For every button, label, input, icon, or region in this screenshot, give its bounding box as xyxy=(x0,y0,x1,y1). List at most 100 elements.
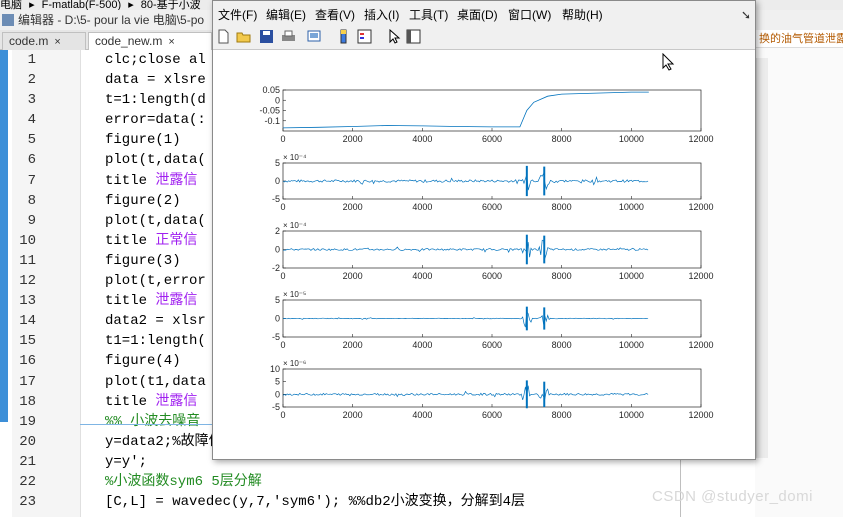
code-comment: %% 小波去噪音 xyxy=(105,413,201,430)
breadcrumb-item[interactable]: 电脑 xyxy=(0,0,26,10)
code-text: figure(2) xyxy=(105,192,181,209)
x-tick-label: 10000 xyxy=(619,202,644,212)
y-tick-label: -5 xyxy=(272,332,280,342)
colorbar-icon[interactable] xyxy=(336,29,351,44)
y-tick-label: -0.05 xyxy=(259,106,280,116)
code-text: title 泄露信 xyxy=(105,171,197,191)
y-tick-label: 0 xyxy=(275,95,280,105)
menu-edit[interactable]: 编辑(E) xyxy=(266,5,306,25)
menu-insert[interactable]: 插入(I) xyxy=(364,5,399,25)
x-tick-label: 6000 xyxy=(482,134,502,144)
code-text: plot(t,error xyxy=(105,273,206,290)
x-tick-label: 4000 xyxy=(412,340,432,350)
x-tick-label: 0 xyxy=(280,202,285,212)
code-text: y=y'; xyxy=(105,453,148,470)
figure-menubar: 文件(F) 编辑(E) 查看(V) 插入(I) 工具(T) 桌面(D) 窗口(W… xyxy=(213,5,755,25)
line-number: 22 xyxy=(19,473,36,490)
x-tick-label: 0 xyxy=(280,134,285,144)
code-text: plot(t,data( xyxy=(105,212,206,229)
axes-box xyxy=(282,89,702,132)
property-editor-icon[interactable] xyxy=(406,29,421,44)
new-file-icon[interactable] xyxy=(216,29,231,44)
line-number: 18 xyxy=(19,393,36,410)
line-number: 2 xyxy=(27,72,36,89)
y-tick-label: 0 xyxy=(275,389,280,399)
menu-view[interactable]: 查看(V) xyxy=(315,5,355,25)
scrollbar[interactable] xyxy=(756,58,768,458)
editor-margin xyxy=(0,50,12,517)
tab-label: code.m xyxy=(9,34,49,48)
subplots[interactable]: 0 2000 4000 6000 8000 10000 120000.050-0.05-0.… xyxy=(213,50,753,459)
x-tick-label: 12000 xyxy=(688,340,713,350)
x-tick-label: 8000 xyxy=(552,134,572,144)
menu-desktop[interactable]: 桌面(D) xyxy=(457,5,498,25)
figure-canvas[interactable]: 0 2000 4000 6000 8000 10000 12000 0.05 0 -0.05 -0.… xyxy=(213,50,755,459)
code-text: title 正常信 xyxy=(105,231,197,251)
line-number: 8 xyxy=(27,192,36,209)
tab-code-new[interactable]: code_new.m × xyxy=(88,32,212,50)
x-tick-label: 2000 xyxy=(343,340,363,350)
print-preview-icon[interactable] xyxy=(307,29,322,44)
x-tick-label: 12000 xyxy=(688,134,713,144)
menu-window[interactable]: 窗口(W) xyxy=(508,5,551,25)
x-tick-label: 0 xyxy=(280,271,285,281)
code-text: %小波函数sym6 5层分解 xyxy=(105,472,262,492)
x-tick-label: 8000 xyxy=(552,340,572,350)
close-icon[interactable]: × xyxy=(54,36,60,48)
breadcrumb-item[interactable]: F-matlab(F-500) xyxy=(42,0,125,10)
code-text: title 泄露信 xyxy=(105,392,197,412)
code-text: plot(t,data( xyxy=(105,152,206,169)
code-text: %% 小波去噪音 xyxy=(105,412,200,432)
menu-file[interactable]: 文件(F) xyxy=(218,5,257,25)
x-tick-label: 8000 xyxy=(552,410,572,420)
axes-box xyxy=(282,162,702,200)
x-tick-label: 6000 xyxy=(482,202,502,212)
dock-arrow-icon[interactable]: ➘ xyxy=(741,5,751,25)
line-number: 13 xyxy=(19,293,36,310)
breadcrumb-item[interactable]: 80-基于小波 xyxy=(141,0,205,10)
line-number: 4 xyxy=(27,112,36,129)
code-keyword: title xyxy=(105,393,156,410)
legend-icon[interactable] xyxy=(357,29,372,44)
pointer-icon[interactable] xyxy=(386,29,401,44)
code-keyword: title xyxy=(105,293,156,310)
code-text: plot(t1,data xyxy=(105,373,206,390)
x-tick-label: 2000 xyxy=(343,202,363,212)
code-text: clc;close al xyxy=(105,52,206,68)
axis-exponent: × 10⁻⁵ xyxy=(283,290,306,299)
code-text: data = xlsre xyxy=(105,72,206,89)
tab-code[interactable]: code.m × xyxy=(2,32,86,50)
right-panel xyxy=(755,30,843,517)
x-tick-label: 12000 xyxy=(688,271,713,281)
x-tick-label: 6000 xyxy=(482,340,502,350)
breadcrumb-sep-icon: ▸ xyxy=(29,0,35,10)
code-text: t1=1:length( xyxy=(105,333,206,350)
x-tick-label: 2000 xyxy=(343,410,363,420)
line-number: 6 xyxy=(27,152,36,169)
code-text: error=data(: xyxy=(105,112,206,129)
line-number: 5 xyxy=(27,132,36,149)
line-number: 21 xyxy=(19,453,36,470)
code-text: title 泄露信 xyxy=(105,291,197,311)
line-number: 14 xyxy=(19,313,36,330)
editor-icon xyxy=(2,14,14,26)
y-tick-label: 5 xyxy=(275,295,280,305)
y-tick-label: 0 xyxy=(275,245,280,255)
code-text: figure(4) xyxy=(105,353,181,370)
x-tick-label: 8000 xyxy=(552,271,572,281)
close-icon[interactable]: × xyxy=(168,36,174,48)
line-number: 7 xyxy=(27,172,36,189)
save-icon[interactable] xyxy=(259,29,274,44)
axis-exponent: × 10⁻⁶ xyxy=(283,359,306,368)
menu-tools[interactable]: 工具(T) xyxy=(409,5,448,25)
menu-help[interactable]: 帮助(H) xyxy=(562,5,603,25)
code-text: t=1:length(d xyxy=(105,92,206,109)
open-folder-icon[interactable] xyxy=(236,29,251,44)
mouse-cursor-icon xyxy=(662,53,675,71)
x-tick-label: 10000 xyxy=(619,271,644,281)
x-tick-label: 4000 xyxy=(412,202,432,212)
code-string: 泄露信 xyxy=(155,293,198,310)
x-tick-label: 10000 xyxy=(619,410,644,420)
x-tick-label: 0 xyxy=(280,340,285,350)
print-icon[interactable] xyxy=(281,29,296,44)
